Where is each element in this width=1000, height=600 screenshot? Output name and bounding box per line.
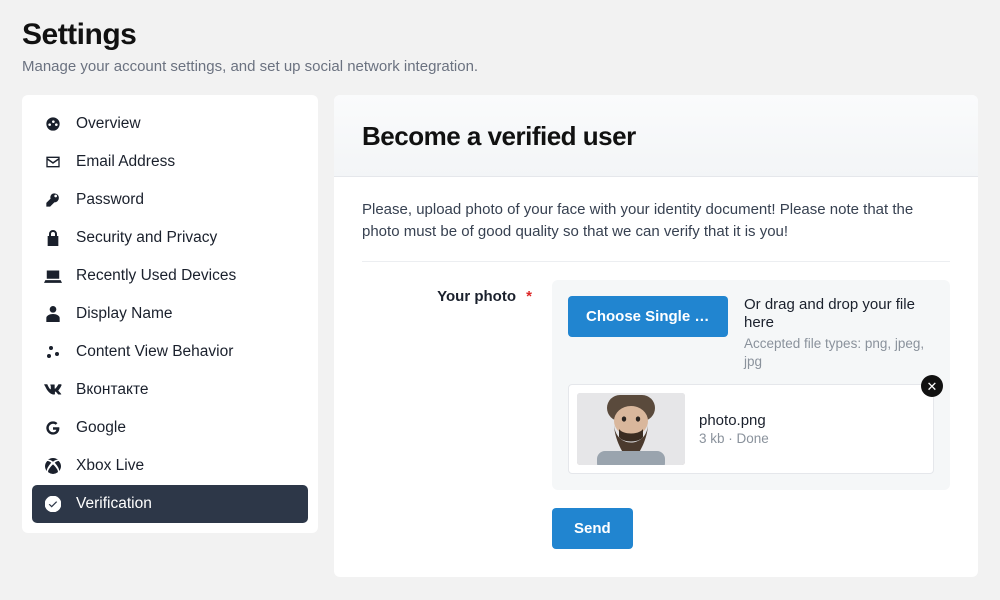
cogs-icon xyxy=(44,343,62,361)
sidebar-item-devices[interactable]: Recently Used Devices xyxy=(32,257,308,295)
lock-icon xyxy=(44,229,62,247)
sidebar-item-label: Email Address xyxy=(76,153,175,171)
required-mark: * xyxy=(526,288,532,305)
sidebar-item-google[interactable]: Google xyxy=(32,409,308,447)
page-title: Settings xyxy=(22,18,978,52)
sidebar-item-display-name[interactable]: Display Name xyxy=(32,295,308,333)
sidebar-item-verification[interactable]: Verification xyxy=(32,485,308,523)
sidebar-item-label: Display Name xyxy=(76,305,172,323)
main-heading: Become a verified user xyxy=(362,121,950,152)
dashboard-icon xyxy=(44,115,62,133)
check-circle-icon xyxy=(44,495,62,513)
photo-label: Your photo xyxy=(437,288,516,305)
photo-thumbnail xyxy=(577,393,685,465)
sidebar-item-content-behavior[interactable]: Content View Behavior xyxy=(32,333,308,371)
sidebar-item-label: Xbox Live xyxy=(76,457,144,475)
settings-sidebar: Overview Email Address Password Security… xyxy=(22,95,318,533)
sidebar-item-label: Password xyxy=(76,191,144,209)
instructions-text: Please, upload photo of your face with y… xyxy=(362,199,950,262)
sidebar-item-vkontakte[interactable]: Вконтакте xyxy=(32,371,308,409)
sidebar-item-label: Security and Privacy xyxy=(76,229,217,247)
sidebar-item-label: Content View Behavior xyxy=(76,343,233,361)
main-header: Become a verified user xyxy=(334,95,978,177)
key-icon xyxy=(44,191,62,209)
uploaded-file-card: photo.png 3 kb · Done ✕ xyxy=(568,384,934,474)
accepted-types-text: Accepted file types: png, jpeg, jpg xyxy=(744,335,934,370)
sidebar-item-label: Verification xyxy=(76,495,152,513)
file-name: photo.png xyxy=(699,412,925,429)
page-subtitle: Manage your account settings, and set up… xyxy=(22,58,978,75)
sidebar-item-overview[interactable]: Overview xyxy=(32,105,308,143)
close-icon: ✕ xyxy=(927,380,938,393)
sidebar-item-label: Google xyxy=(76,419,126,437)
user-icon xyxy=(44,305,62,323)
file-meta: 3 kb · Done xyxy=(699,431,925,446)
choose-file-button[interactable]: Choose Single Fi... xyxy=(568,296,728,337)
drag-drop-text: Or drag and drop your file here xyxy=(744,296,934,334)
sidebar-item-label: Вконтакте xyxy=(76,381,149,399)
vk-icon xyxy=(44,381,62,399)
sidebar-item-label: Overview xyxy=(76,115,141,133)
google-icon xyxy=(44,419,62,437)
sidebar-item-password[interactable]: Password xyxy=(32,181,308,219)
send-button[interactable]: Send xyxy=(552,508,633,549)
main-panel: Become a verified user Please, upload ph… xyxy=(334,95,978,577)
envelope-icon xyxy=(44,153,62,171)
remove-file-button[interactable]: ✕ xyxy=(921,375,943,397)
sidebar-item-security[interactable]: Security and Privacy xyxy=(32,219,308,257)
sidebar-item-xbox[interactable]: Xbox Live xyxy=(32,447,308,485)
laptop-icon xyxy=(44,267,62,285)
xbox-icon xyxy=(44,457,62,475)
upload-dropzone[interactable]: Choose Single Fi... Or drag and drop you… xyxy=(552,280,950,491)
sidebar-item-label: Recently Used Devices xyxy=(76,267,236,285)
sidebar-item-email[interactable]: Email Address xyxy=(32,143,308,181)
